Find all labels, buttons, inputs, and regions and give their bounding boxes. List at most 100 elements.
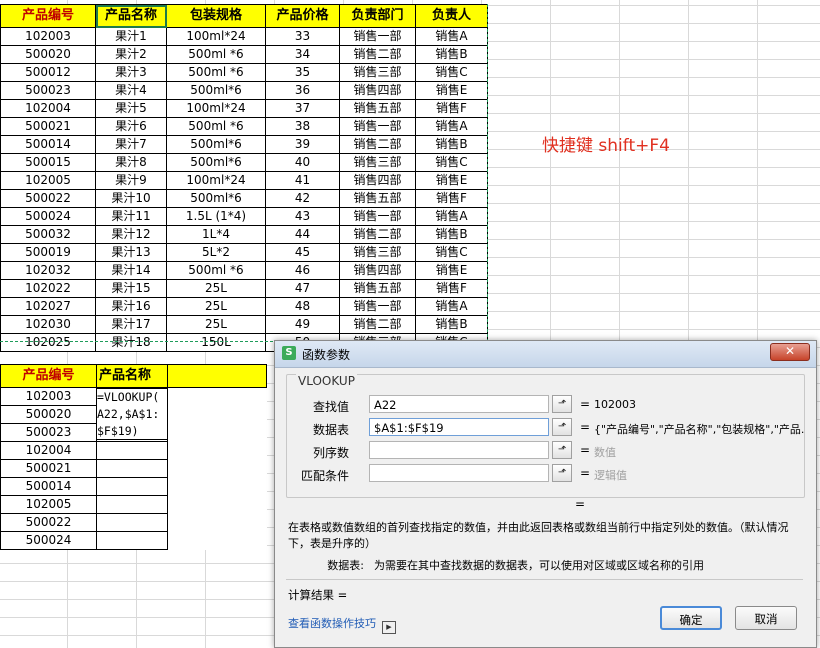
table-cell[interactable]: 45 xyxy=(265,243,340,262)
table-cell[interactable]: 销售三部 xyxy=(339,243,416,262)
table-cell[interactable]: 果汁18 xyxy=(95,333,167,352)
table-cell[interactable]: 销售F xyxy=(415,279,488,298)
table-cell[interactable]: 销售五部 xyxy=(339,99,416,118)
header-cell[interactable]: 负责人 xyxy=(415,4,488,28)
range-select-icon[interactable]: ⬏ xyxy=(552,441,572,459)
table-cell[interactable]: 销售二部 xyxy=(339,315,416,334)
close-button[interactable]: ✕ xyxy=(770,343,810,361)
help-link-label[interactable]: 查看函数操作技巧 xyxy=(288,617,376,630)
table-cell[interactable]: 25L xyxy=(166,315,266,334)
table-cell[interactable]: 500023 xyxy=(0,81,96,100)
table-cell[interactable]: 100ml*24 xyxy=(166,99,266,118)
table-cell[interactable]: 销售E xyxy=(415,171,488,190)
table-cell[interactable]: 42 xyxy=(265,189,340,208)
table-cell[interactable]: 销售E xyxy=(415,261,488,280)
table-cell[interactable]: 500012 xyxy=(0,63,96,82)
table-cell[interactable]: 34 xyxy=(265,45,340,64)
table-cell[interactable]: 500019 xyxy=(0,243,96,262)
table-cell[interactable]: 41 xyxy=(265,171,340,190)
table-cell[interactable]: 500021 xyxy=(0,459,97,478)
range-select-icon[interactable]: ⬏ xyxy=(552,464,572,482)
table-cell[interactable] xyxy=(96,441,168,460)
table-cell[interactable]: 销售四部 xyxy=(339,171,416,190)
table-cell[interactable]: 销售C xyxy=(415,153,488,172)
table-cell[interactable]: 销售C xyxy=(415,63,488,82)
table-cell[interactable]: 销售B xyxy=(415,135,488,154)
table-cell[interactable]: 500023 xyxy=(0,423,97,442)
table-cell[interactable] xyxy=(96,459,168,478)
table-cell[interactable]: 销售B xyxy=(415,315,488,334)
table-cell[interactable]: 48 xyxy=(265,297,340,316)
table-cell[interactable]: 33 xyxy=(265,27,340,46)
table-cell[interactable]: 销售F xyxy=(415,99,488,118)
cancel-button[interactable]: 取消 xyxy=(735,606,797,630)
table-cell[interactable]: 39 xyxy=(265,135,340,154)
table-cell[interactable] xyxy=(168,424,267,442)
table-cell[interactable]: 500020 xyxy=(0,405,97,424)
table-cell[interactable]: 果汁17 xyxy=(95,315,167,334)
table-cell[interactable]: 47 xyxy=(265,279,340,298)
header-cell[interactable]: 包装规格 xyxy=(166,4,266,28)
table-cell[interactable]: 500032 xyxy=(0,225,96,244)
lookup-header-empty[interactable] xyxy=(167,364,267,388)
table-cell[interactable]: 1.5L (1*4) xyxy=(166,207,266,226)
table-cell[interactable] xyxy=(96,477,168,496)
table-cell[interactable]: 销售三部 xyxy=(339,63,416,82)
table-cell[interactable]: 果汁16 xyxy=(95,297,167,316)
formula-edit-cell[interactable]: =VLOOKUP( A22,$A$1: $F$19) xyxy=(96,388,168,440)
table-cell[interactable]: 果汁7 xyxy=(95,135,167,154)
ok-button[interactable]: 确定 xyxy=(660,606,722,630)
table-cell[interactable]: 果汁14 xyxy=(95,261,167,280)
table-cell[interactable] xyxy=(168,514,267,532)
table-cell[interactable]: 销售三部 xyxy=(339,153,416,172)
table-cell[interactable] xyxy=(168,478,267,496)
header-cell[interactable]: 产品价格 xyxy=(265,4,340,28)
table-cell[interactable]: 500ml*6 xyxy=(166,153,266,172)
table-cell[interactable]: 销售B xyxy=(415,45,488,64)
table-cell[interactable]: 果汁2 xyxy=(95,45,167,64)
table-cell[interactable]: 1L*4 xyxy=(166,225,266,244)
header-cell[interactable]: 负责部门 xyxy=(339,4,416,28)
table-cell[interactable]: 果汁11 xyxy=(95,207,167,226)
table-cell[interactable]: 销售A xyxy=(415,297,488,316)
table-cell[interactable]: 销售二部 xyxy=(339,135,416,154)
table-cell[interactable]: 500ml*6 xyxy=(166,81,266,100)
table-cell[interactable]: 果汁10 xyxy=(95,189,167,208)
table-cell[interactable]: 102003 xyxy=(0,27,96,46)
table-cell[interactable]: 102025 xyxy=(0,333,96,352)
table-cell[interactable]: 25L xyxy=(166,279,266,298)
table-cell[interactable]: 102004 xyxy=(0,99,96,118)
header-cell[interactable]: 产品编号 xyxy=(0,4,96,28)
table-cell[interactable] xyxy=(168,532,267,550)
table-cell[interactable]: 果汁5 xyxy=(95,99,167,118)
table-cell[interactable]: 500ml*6 xyxy=(166,135,266,154)
table-cell[interactable]: 102003 xyxy=(0,387,97,406)
table-cell[interactable]: 销售二部 xyxy=(339,45,416,64)
table-cell[interactable] xyxy=(168,442,267,460)
table-cell[interactable] xyxy=(168,496,267,514)
lookup-header-name[interactable]: 产品名称 xyxy=(96,364,168,388)
range-select-icon[interactable]: ⬏ xyxy=(552,418,572,436)
table-cell[interactable]: 35 xyxy=(265,63,340,82)
table-array-input[interactable]: $A$1:$F$19 xyxy=(369,418,549,436)
table-cell[interactable]: 36 xyxy=(265,81,340,100)
col-index-input[interactable] xyxy=(369,441,549,459)
table-cell[interactable]: 销售B xyxy=(415,225,488,244)
table-cell[interactable]: 44 xyxy=(265,225,340,244)
dialog-titlebar[interactable]: S 函数参数 ✕ xyxy=(275,341,816,368)
table-cell[interactable] xyxy=(168,460,267,478)
range-lookup-input[interactable] xyxy=(369,464,549,482)
table-cell[interactable]: 销售二部 xyxy=(339,225,416,244)
table-cell[interactable]: 果汁1 xyxy=(95,27,167,46)
table-cell[interactable]: 销售四部 xyxy=(339,81,416,100)
table-cell[interactable]: 销售一部 xyxy=(339,117,416,136)
table-cell[interactable]: 500014 xyxy=(0,477,97,496)
table-cell[interactable]: 500015 xyxy=(0,153,96,172)
table-cell[interactable]: 500024 xyxy=(0,531,97,550)
table-cell[interactable]: 果汁6 xyxy=(95,117,167,136)
table-cell[interactable]: 销售E xyxy=(415,81,488,100)
table-cell[interactable]: 销售A xyxy=(415,117,488,136)
table-cell[interactable]: 37 xyxy=(265,99,340,118)
table-cell[interactable]: 果汁12 xyxy=(95,225,167,244)
table-cell[interactable]: 5L*2 xyxy=(166,243,266,262)
